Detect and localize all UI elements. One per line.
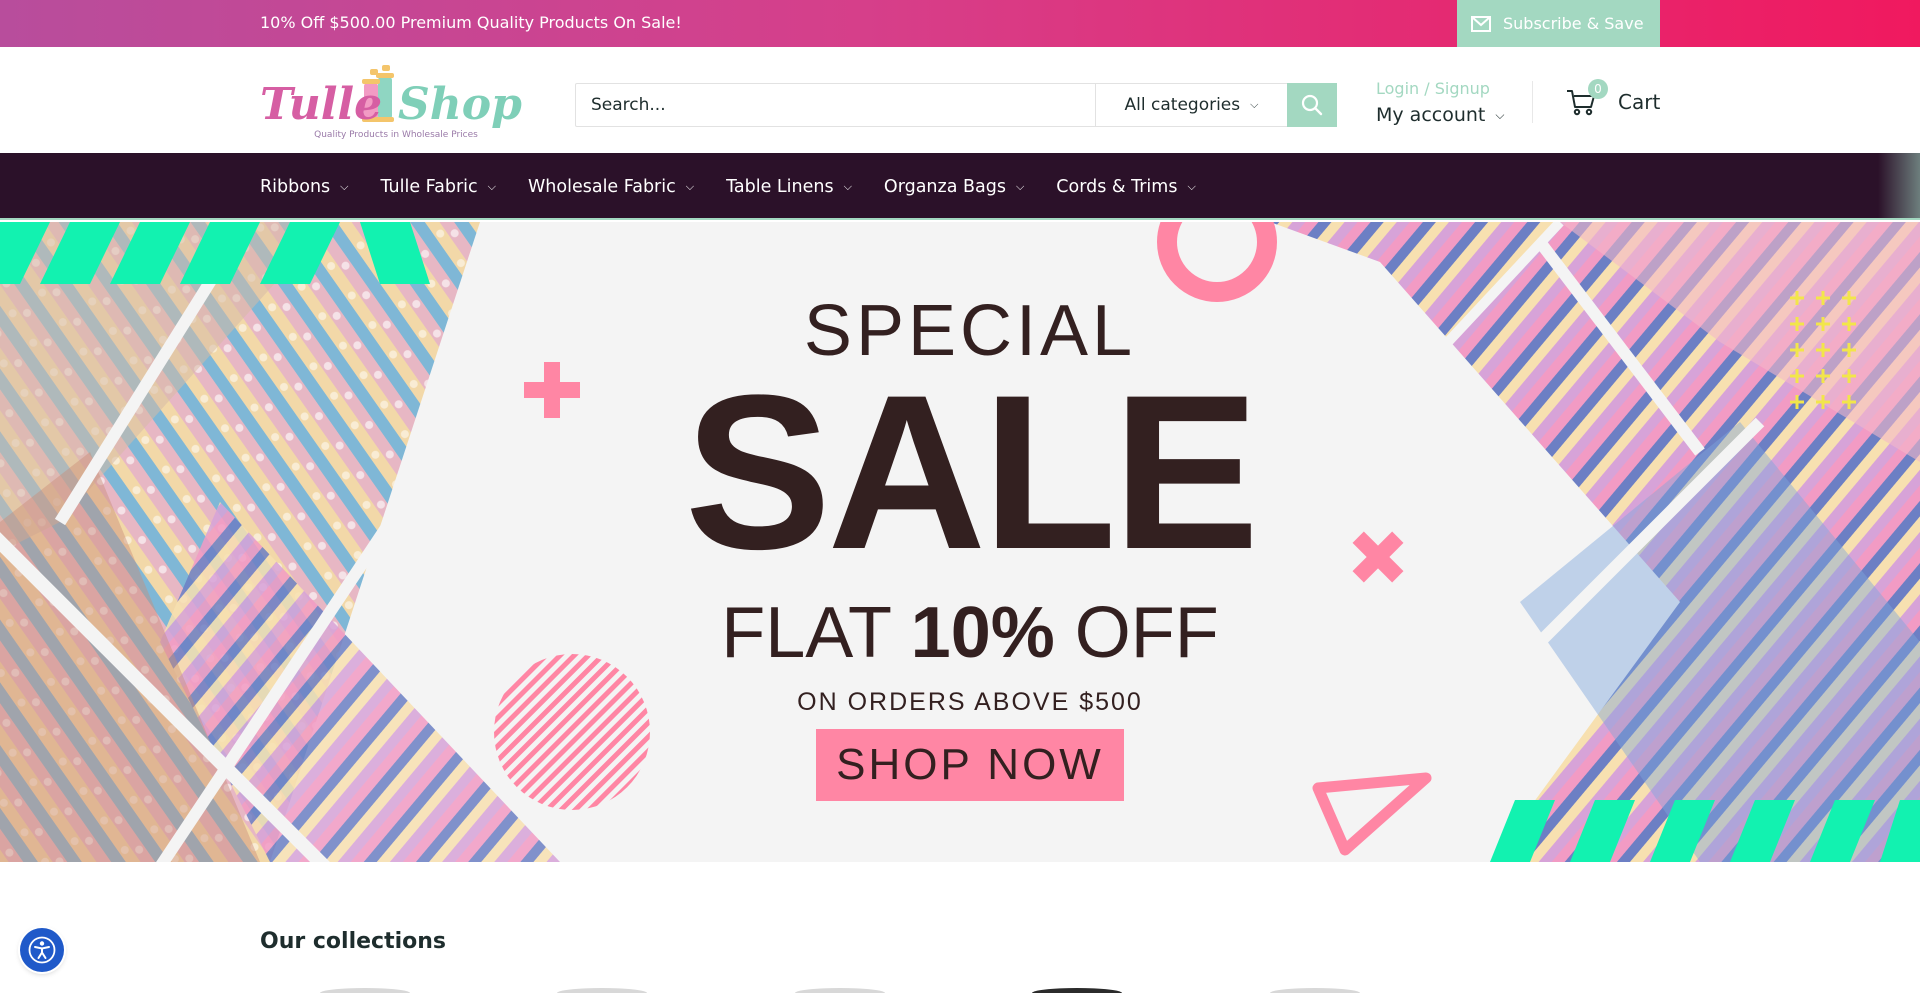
search-icon xyxy=(1301,94,1323,116)
nav-item-label: Wholesale Fabric xyxy=(528,176,676,197)
chevron-down-icon: ⌵ xyxy=(1250,98,1259,111)
collection-thumbnail[interactable] xyxy=(1032,988,1122,993)
nav-item-label: Table Linens xyxy=(726,176,834,197)
nav-item-cords-trims[interactable]: Cords & Trims ⌵ xyxy=(1056,177,1196,197)
account-menu: Login / Signup My account ⌵ xyxy=(1376,79,1504,126)
collections-heading: Our collections xyxy=(260,929,447,954)
logo-word-tulle: Tulle xyxy=(260,79,382,130)
nav-item-table-linens[interactable]: Table Linens ⌵ xyxy=(726,177,852,197)
chevron-down-icon: ⌵ xyxy=(487,179,496,193)
collection-thumbnail[interactable] xyxy=(320,988,410,993)
nav-scroll-fade xyxy=(1878,153,1920,220)
my-account-button[interactable]: My account ⌵ xyxy=(1376,104,1504,126)
chevron-down-icon: ⌵ xyxy=(843,179,852,193)
category-select[interactable]: All categories ⌵ xyxy=(1095,84,1287,126)
main-navigation: Ribbons ⌵ Tulle Fabric ⌵ Wholesale Fabri… xyxy=(0,153,1920,220)
logo-word-shop: Shop xyxy=(398,79,522,130)
cart-label: Cart xyxy=(1618,90,1661,114)
subscribe-button[interactable]: Subscribe & Save xyxy=(1457,0,1660,47)
site-header: Tulle Shop Quality Products in Wholesale… xyxy=(0,47,1920,153)
search-input[interactable] xyxy=(576,84,1095,126)
tulle-shop-logo[interactable]: Tulle Shop Quality Products in Wholesale… xyxy=(258,65,534,141)
chevron-down-icon: ⌵ xyxy=(1495,107,1505,122)
chevron-down-icon: ⌵ xyxy=(1187,179,1196,193)
nav-item-wholesale-fabric[interactable]: Wholesale Fabric ⌵ xyxy=(528,177,694,197)
header-divider xyxy=(1532,81,1533,123)
accessibility-icon xyxy=(28,936,56,964)
cart-button[interactable]: 0 Cart xyxy=(1566,79,1661,117)
accessibility-button[interactable] xyxy=(20,928,64,972)
hero-sale-banner[interactable]: SPECIAL SALE FLAT 10% OFF ON ORDERS ABOV… xyxy=(0,222,1920,862)
nav-item-organza-bags[interactable]: Organza Bags ⌵ xyxy=(884,177,1024,197)
search-bar: All categories ⌵ xyxy=(575,83,1337,127)
announcement-text: 10% Off $500.00 Premium Quality Products… xyxy=(260,13,682,32)
subscribe-label: Subscribe & Save xyxy=(1503,14,1644,33)
chevron-down-icon: ⌵ xyxy=(1015,179,1025,193)
collection-thumbnail[interactable] xyxy=(557,988,647,993)
collection-thumbnail[interactable] xyxy=(1270,988,1360,993)
chevron-down-icon: ⌵ xyxy=(685,179,695,193)
nav-item-label: Organza Bags xyxy=(883,176,1006,197)
nav-item-tulle-fabric[interactable]: Tulle Fabric ⌵ xyxy=(381,177,497,197)
nav-item-ribbons[interactable]: Ribbons ⌵ xyxy=(260,177,349,197)
cart-icon: 0 xyxy=(1566,79,1608,117)
my-account-label: My account xyxy=(1376,104,1486,126)
nav-item-label: Ribbons xyxy=(260,176,331,197)
nav-item-label: Cords & Trims xyxy=(1056,176,1178,197)
mail-icon xyxy=(1471,15,1491,32)
shop-now-button[interactable]: SHOP NOW xyxy=(816,729,1124,801)
announcement-bar: 10% Off $500.00 Premium Quality Products… xyxy=(0,0,1920,47)
search-button[interactable] xyxy=(1287,83,1337,127)
collection-thumbnail[interactable] xyxy=(795,988,885,993)
chevron-down-icon: ⌵ xyxy=(340,179,349,193)
cart-count-badge: 0 xyxy=(1588,79,1608,99)
logo-tagline: Quality Products in Wholesale Prices xyxy=(314,130,478,140)
login-signup-link[interactable]: Login / Signup xyxy=(1376,79,1504,98)
nav-item-label: Tulle Fabric xyxy=(380,176,478,197)
category-select-value: All categories xyxy=(1124,95,1241,115)
